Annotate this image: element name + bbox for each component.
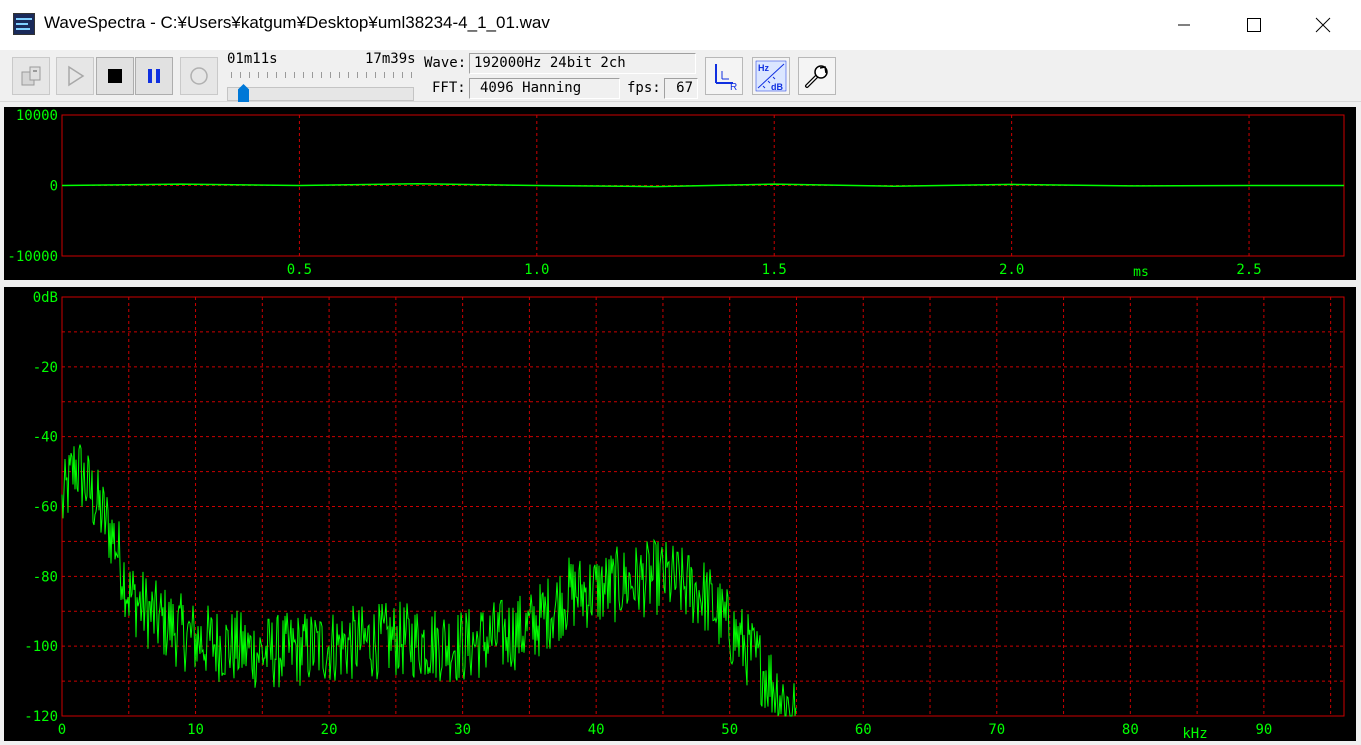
seek-slider-ticks <box>231 72 414 78</box>
window-title: WaveSpectra - C:¥Users¥katgum¥Desktop¥um… <box>44 13 550 32</box>
spectrum-y-tick-label: -40 <box>33 430 58 446</box>
spectrum-x-tick-label: 90 <box>1255 722 1272 738</box>
spectrum-trace <box>61 444 797 717</box>
svg-text:R: R <box>730 82 737 91</box>
spectrum-x-tick-label: 0 <box>58 722 66 738</box>
spectrum-x-tick-label: 80 <box>1122 722 1139 738</box>
stop-button[interactable] <box>96 57 134 95</box>
close-icon <box>1315 17 1331 33</box>
waveform-x-tick-label: 2.5 <box>1236 262 1261 278</box>
maximize-button[interactable] <box>1231 0 1277 50</box>
wrench-icon <box>805 65 828 88</box>
spectrum-y-tick-label: -20 <box>33 360 58 376</box>
waveform-y-tick-label: 10000 <box>16 108 58 124</box>
hz-db-scale-button[interactable]: Hz dB <box>752 57 790 95</box>
duration-time: 17m39s <box>365 51 416 67</box>
waveform-x-unit: ms <box>1133 265 1149 280</box>
settings-button[interactable] <box>798 57 836 95</box>
waveform-x-tick-label: 0.5 <box>287 262 312 278</box>
spectrum-y-tick-label: -60 <box>33 500 58 516</box>
spectrum-panel: 0 10 20 30 40 50 60 70 80 90 0dB -20 -40 -60 -80 -100 -1… <box>4 287 1356 741</box>
open-device-button[interactable] <box>12 57 50 95</box>
position-time: 01m11s <box>227 51 278 67</box>
waveform-trace <box>61 182 1344 188</box>
pause-button[interactable] <box>135 57 173 95</box>
spectrum-x-unit: kHz <box>1182 726 1207 741</box>
db-text: dB <box>771 82 783 92</box>
hz-text: Hz <box>758 63 769 73</box>
record-button[interactable] <box>180 57 218 95</box>
pause-icon <box>148 69 160 83</box>
spectrum-y-tick-label: -120 <box>24 709 58 725</box>
spectrum-x-tick-label: 30 <box>454 722 471 738</box>
record-icon <box>190 67 208 85</box>
waveform-x-tick-label: 2.0 <box>999 262 1024 278</box>
lr-channel-button[interactable]: R <box>705 57 743 95</box>
fps-field: 67 <box>664 78 698 99</box>
device-icon <box>21 66 41 86</box>
stop-icon <box>108 69 122 83</box>
lr-channel-icon: R <box>715 64 737 91</box>
wave-format-field: 192000Hz 24bit 2ch <box>469 53 696 74</box>
spectrum-x-tick-label: 40 <box>588 722 605 738</box>
spectrum-chart: 0 10 20 30 40 50 60 70 80 90 0dB -20 -40 -60 -80 -100 -1… <box>24 290 1345 741</box>
hz-db-scale-icon: Hz dB <box>755 60 787 92</box>
waveform-chart: 0.5 1.0 1.5 2.0 2.5 10000 0 -10000 ms <box>7 108 1345 280</box>
spectrum-x-tick-label: 10 <box>187 722 204 738</box>
title-bar: WaveSpectra - C:¥Users¥katgum¥Desktop¥um… <box>0 0 1361 50</box>
spectrum-y-tick-label: -100 <box>24 639 58 655</box>
play-button[interactable] <box>56 57 94 95</box>
minimize-button[interactable] <box>1161 0 1207 50</box>
fft-label: FFT: <box>432 80 466 96</box>
spectrum-x-tick-label: 60 <box>855 722 872 738</box>
spectrum-x-tick-label: 20 <box>321 722 338 738</box>
fps-label: fps: <box>627 80 661 96</box>
waveform-x-tick-label: 1.0 <box>524 262 549 278</box>
waveform-x-tick-label: 1.5 <box>762 262 787 278</box>
waveform-y-tick-label: -10000 <box>7 249 58 265</box>
maximize-icon <box>1247 18 1261 32</box>
fft-setting-field[interactable]: 4096 Hanning <box>469 78 620 99</box>
wave-label: Wave: <box>424 55 467 71</box>
spectrum-x-tick-label: 70 <box>988 722 1005 738</box>
close-button[interactable] <box>1300 0 1346 50</box>
seek-slider[interactable] <box>227 87 414 101</box>
waveform-panel: 0.5 1.0 1.5 2.0 2.5 10000 0 -10000 ms <box>4 107 1356 280</box>
waveform-y-tick-label: 0 <box>50 179 58 195</box>
wavespectra-app-icon <box>13 13 35 35</box>
spectrum-y-tick-label: -80 <box>33 569 58 585</box>
spectrum-y-tick-label: 0dB <box>33 290 58 306</box>
spectrum-x-tick-label: 50 <box>721 722 738 738</box>
play-icon <box>68 65 85 87</box>
minimize-icon <box>1178 24 1190 26</box>
